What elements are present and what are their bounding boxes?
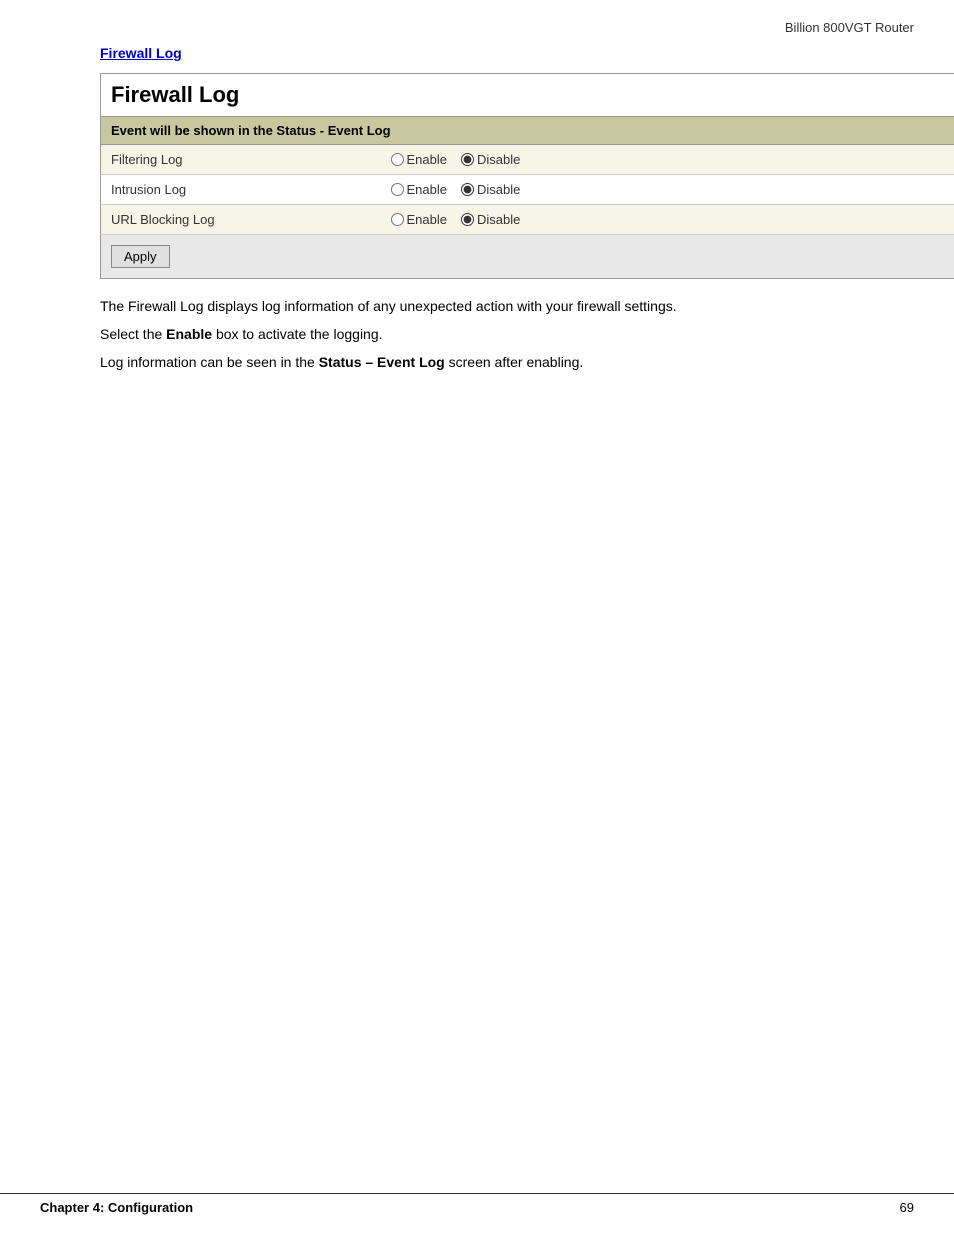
description-section: The Firewall Log displays log informatio… <box>100 295 914 374</box>
footer-chapter: Chapter 4: Configuration <box>40 1200 193 1215</box>
filtering-enable-radio[interactable] <box>391 153 404 166</box>
filtering-disable-text: Disable <box>477 152 520 167</box>
filtering-log-radio-group: Enable Disable <box>391 152 950 167</box>
intrusion-log-row: Intrusion Log Enable Disable <box>101 175 954 205</box>
apply-cell: Apply <box>101 235 954 279</box>
intrusion-log-radio-cell: Enable Disable <box>381 175 954 205</box>
url-enable-text: Enable <box>407 212 447 227</box>
url-blocking-log-row: URL Blocking Log Enable Disable <box>101 205 954 235</box>
desc-line2-bold: Enable <box>166 326 212 342</box>
desc-line1-text: The Firewall Log displays log informatio… <box>100 298 677 314</box>
desc-line2: Select the Enable box to activate the lo… <box>100 323 914 347</box>
filtering-enable-text: Enable <box>407 152 447 167</box>
url-blocking-log-radio-cell: Enable Disable <box>381 205 954 235</box>
url-disable-text: Disable <box>477 212 520 227</box>
desc-line2-suffix: box to activate the logging. <box>212 326 382 342</box>
intrusion-disable-text: Disable <box>477 182 520 197</box>
desc-line3: Log information can be seen in the Statu… <box>100 351 914 375</box>
intrusion-enable-radio[interactable] <box>391 183 404 196</box>
breadcrumb[interactable]: Firewall Log <box>100 45 914 61</box>
firewall-log-table: Firewall Log Event will be shown in the … <box>100 73 954 279</box>
filtering-log-row: Filtering Log Enable Disable <box>101 145 954 175</box>
intrusion-enable-text: Enable <box>407 182 447 197</box>
desc-line2-prefix: Select the <box>100 326 166 342</box>
url-blocking-log-radio-group: Enable Disable <box>391 212 950 227</box>
url-enable-radio[interactable] <box>391 213 404 226</box>
url-enable-label[interactable]: Enable <box>391 212 447 227</box>
filtering-log-label: Filtering Log <box>101 145 381 175</box>
desc-line3-suffix: screen after enabling. <box>445 354 584 370</box>
apply-button[interactable]: Apply <box>111 245 170 268</box>
url-blocking-log-label: URL Blocking Log <box>101 205 381 235</box>
product-name: Billion 800VGT Router <box>40 20 914 35</box>
table-title: Firewall Log <box>111 82 239 107</box>
filtering-disable-label[interactable]: Disable <box>461 152 520 167</box>
filtering-disable-radio[interactable] <box>461 153 474 166</box>
intrusion-disable-label[interactable]: Disable <box>461 182 520 197</box>
footer: Chapter 4: Configuration 69 <box>0 1193 954 1215</box>
table-title-row: Firewall Log <box>101 74 954 117</box>
footer-page: 69 <box>900 1200 914 1215</box>
intrusion-log-label: Intrusion Log <box>101 175 381 205</box>
filtering-enable-label[interactable]: Enable <box>391 152 447 167</box>
intrusion-enable-label[interactable]: Enable <box>391 182 447 197</box>
apply-row: Apply <box>101 235 954 279</box>
intrusion-log-radio-group: Enable Disable <box>391 182 950 197</box>
desc-line3-bold: Status – Event Log <box>319 354 445 370</box>
table-header-row: Event will be shown in the Status - Even… <box>101 117 954 145</box>
desc-line3-prefix: Log information can be seen in the <box>100 354 319 370</box>
url-disable-label[interactable]: Disable <box>461 212 520 227</box>
intrusion-disable-radio[interactable] <box>461 183 474 196</box>
page-wrapper: Billion 800VGT Router Firewall Log Firew… <box>0 0 954 1235</box>
desc-line1: The Firewall Log displays log informatio… <box>100 295 914 319</box>
url-disable-radio[interactable] <box>461 213 474 226</box>
filtering-log-radio-cell: Enable Disable <box>381 145 954 175</box>
table-header-cell: Event will be shown in the Status - Even… <box>101 117 954 145</box>
